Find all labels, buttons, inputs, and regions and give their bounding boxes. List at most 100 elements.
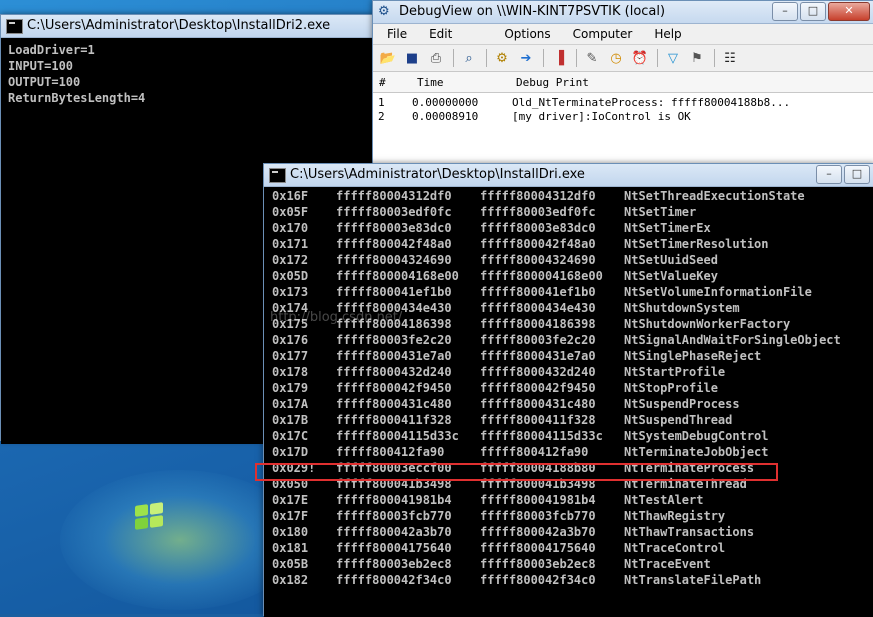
syscall-index: 0x17E: [272, 493, 309, 507]
console2-output: 0x16F fffff80004312df0 fffff80004312df0 NtS…: [264, 187, 873, 617]
log-row[interactable]: 2 0.00008910 [my driver]:IoControl is OK: [373, 109, 873, 123]
syscall-row: 0x182 fffff800042f34c0 fffff800042f34c0 NtT…: [264, 573, 873, 589]
log-header: # Time Debug Print: [373, 72, 873, 93]
syscall-current-address: fffff800041981b4: [336, 493, 452, 507]
log-row[interactable]: 1 0.00000000 Old_NtTerminateProcess: fff…: [373, 95, 873, 109]
debugview-window[interactable]: ⚙ DebugView on \\WIN-KINT7PSVTIK (local)…: [372, 0, 873, 174]
syscall-current-address: fffff800042f34c0: [336, 573, 452, 587]
toolbar: 📂 ■ ⎙ ⌕ ⚙ ➔ ▐ ✎ ◷ ⏰ ▽ ⚑ ☷: [373, 45, 873, 72]
save-icon[interactable]: ■: [403, 49, 421, 67]
clock-icon[interactable]: ◷: [607, 49, 625, 67]
autoscroll-icon[interactable]: ➔: [517, 49, 535, 67]
syscall-name: NtShutdownWorkerFactory: [624, 317, 791, 331]
syscall-index: 0x17C: [272, 429, 309, 443]
syscall-name: NtSetTimer: [624, 205, 697, 219]
syscall-row: 0x171 fffff800042f48a0 fffff800042f48a0 NtS…: [264, 237, 873, 253]
syscall-index: 0x17D: [272, 445, 309, 459]
capture-icon[interactable]: ⚙: [493, 49, 511, 67]
console1-line: INPUT=100: [8, 59, 74, 73]
syscall-current-address: fffff80003fe2c20: [336, 333, 452, 347]
syscall-current-address: fffff800042f9450: [336, 381, 452, 395]
console1-line: LoadDriver=1: [8, 43, 95, 57]
menu-help[interactable]: Help: [654, 27, 693, 41]
minimize-button[interactable]: –: [816, 165, 842, 184]
toolbar-separator: [714, 49, 715, 67]
menu-edit[interactable]: Edit: [429, 27, 464, 41]
menu-computer[interactable]: Computer: [573, 27, 645, 41]
syscall-original-address: fffff80003edf0fc: [480, 205, 596, 219]
syscall-row: 0x17C fffff80004115d33c fffff80004115d33c N…: [264, 429, 873, 445]
toolbar-separator: [576, 49, 577, 67]
syscall-name: NtSuspendProcess: [624, 397, 740, 411]
syscall-row: 0x05B fffff80003eb2ec8 fffff80003eb2ec8 NtT…: [264, 557, 873, 573]
console-window-installdri[interactable]: C:\Users\Administrator\Desktop\InstallDr…: [263, 163, 873, 617]
open-folder-icon[interactable]: 📂: [379, 49, 397, 67]
debugview-titlebar[interactable]: ⚙ DebugView on \\WIN-KINT7PSVTIK (local)…: [373, 1, 873, 24]
syscall-original-address: fffff80003e83dc0: [480, 221, 596, 235]
syscall-row: 0x170 fffff80003e83dc0 fffff80003e83dc0 NtS…: [264, 221, 873, 237]
syscall-index: 0x17B: [272, 413, 309, 427]
find-icon[interactable]: ⌕: [460, 49, 478, 67]
syscall-current-address: fffff800412fa90: [336, 445, 445, 459]
console1-line: OUTPUT=100: [8, 75, 81, 89]
syscall-index: 0x05B: [272, 557, 309, 571]
alarm-icon[interactable]: ⏰: [631, 49, 649, 67]
console2-titlebar[interactable]: C:\Users\Administrator\Desktop\InstallDr…: [264, 164, 873, 187]
highlight-icon[interactable]: ⚑: [688, 49, 706, 67]
clear-display-icon[interactable]: ▐: [550, 49, 568, 67]
close-button[interactable]: ✕: [828, 2, 870, 21]
toolbar-separator: [453, 49, 454, 67]
syscall-row: 0x173 fffff800041ef1b0 fffff800041ef1b0 NtS…: [264, 285, 873, 301]
syscall-index: 0x176: [272, 333, 309, 347]
syscall-name: NtSetTimerResolution: [624, 237, 769, 251]
syscall-name: NtTraceEvent: [624, 557, 711, 571]
menu-options[interactable]: Options: [504, 27, 562, 41]
syscall-index: 0x180: [272, 525, 309, 539]
syscall-original-address: fffff800042a3b70: [480, 525, 596, 539]
restore-button[interactable]: □: [844, 165, 870, 184]
syscall-current-address: fffff80003eb2ec8: [336, 557, 452, 571]
console1-line: ReturnBytesLength=4: [8, 91, 146, 105]
debugview-title: DebugView on \\WIN-KINT7PSVTIK (local): [399, 4, 666, 19]
syscall-original-address: fffff80004115d33c: [480, 429, 603, 443]
menu-file[interactable]: File: [387, 27, 419, 41]
syscall-name: NtTranslateFilePath: [624, 573, 762, 587]
syscall-row: 0x177 fffff8000431e7a0 fffff8000431e7a0 NtS…: [264, 349, 873, 365]
maximize-button[interactable]: □: [800, 2, 826, 21]
syscall-index: 0x179: [272, 381, 309, 395]
syscall-index: 0x17A: [272, 397, 309, 411]
syscall-original-address: fffff8000432d240: [480, 365, 596, 379]
syscall-index: 0x182: [272, 573, 309, 587]
syscall-name: NtTraceControl: [624, 541, 726, 555]
column-debug-print[interactable]: Debug Print: [516, 76, 589, 89]
syscall-original-address: fffff80004175640: [480, 541, 596, 555]
binoculars-icon[interactable]: ☷: [721, 49, 739, 67]
syscall-original-address: fffff8000434e430: [480, 301, 596, 315]
syscall-index: 0x181: [272, 541, 309, 555]
log-number: 2: [378, 110, 385, 123]
syscall-index: 0x171: [272, 237, 309, 251]
syscall-original-address: fffff80004186398: [480, 317, 596, 331]
minimize-button[interactable]: –: [772, 2, 798, 21]
print-icon[interactable]: ⎙: [427, 49, 445, 67]
syscall-current-address: fffff80003e83dc0: [336, 221, 452, 235]
time-format-icon[interactable]: ✎: [583, 49, 601, 67]
syscall-current-address: fffff800041ef1b0: [336, 285, 452, 299]
syscall-current-address: fffff80004115d33c: [336, 429, 459, 443]
syscall-current-address: fffff80004324690: [336, 253, 452, 267]
column-number[interactable]: #: [379, 76, 386, 89]
syscall-name: NtShutdownSystem: [624, 301, 740, 315]
syscall-current-address: fffff800042a3b70: [336, 525, 452, 539]
syscall-index: 0x178: [272, 365, 309, 379]
console1-titlebar[interactable]: C:\Users\Administrator\Desktop\InstallDr…: [1, 15, 373, 38]
syscall-original-address: fffff8000431c480: [480, 397, 596, 411]
syscall-name: NtStopProfile: [624, 381, 718, 395]
syscall-name: NtSetVolumeInformationFile: [624, 285, 812, 299]
column-time[interactable]: Time: [417, 76, 444, 89]
filter-icon[interactable]: ▽: [664, 49, 682, 67]
log-list: 1 0.00000000 Old_NtTerminateProcess: fff…: [373, 93, 873, 123]
syscall-row: 0x181 fffff80004175640 fffff80004175640 NtT…: [264, 541, 873, 557]
syscall-index: 0x170: [272, 221, 309, 235]
console2-title: C:\Users\Administrator\Desktop\InstallDr…: [290, 167, 585, 182]
syscall-current-address: fffff8000431e7a0: [336, 349, 452, 363]
